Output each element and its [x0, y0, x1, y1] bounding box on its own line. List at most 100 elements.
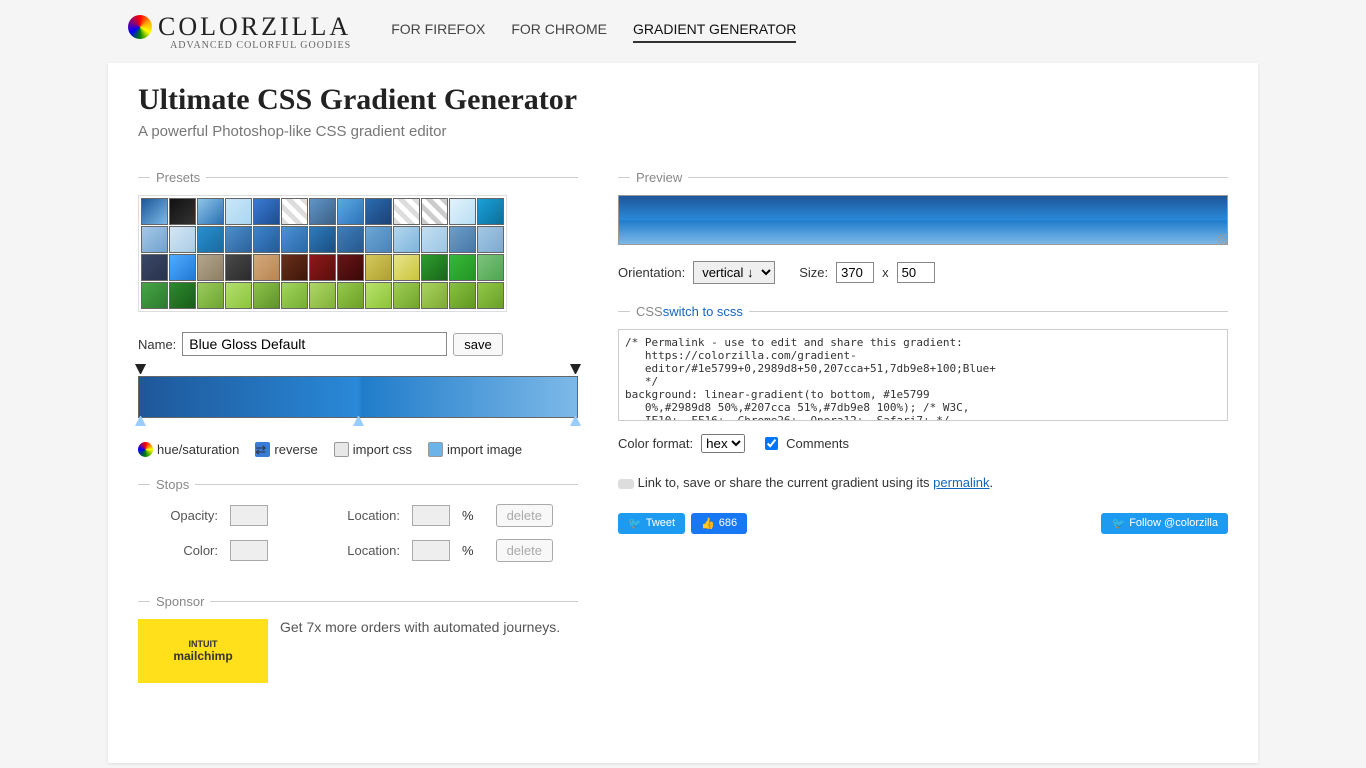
- follow-button[interactable]: 🐦Follow @colorzilla: [1101, 513, 1228, 534]
- colorwheel-icon: [128, 15, 152, 39]
- gradient-bar[interactable]: [138, 376, 578, 418]
- name-label: Name:: [138, 337, 176, 352]
- preset-swatch[interactable]: [309, 282, 336, 309]
- preset-swatch[interactable]: [253, 282, 280, 309]
- preset-swatch[interactable]: [337, 226, 364, 253]
- preset-swatch[interactable]: [169, 282, 196, 309]
- preset-swatch[interactable]: [169, 254, 196, 281]
- opacity-label: Opacity:: [138, 508, 218, 523]
- presets-legend: Presets: [156, 170, 200, 185]
- preset-swatch[interactable]: [393, 226, 420, 253]
- preset-swatch[interactable]: [365, 254, 392, 281]
- preset-swatch[interactable]: [477, 282, 504, 309]
- preset-swatch[interactable]: [477, 198, 504, 225]
- preset-swatch[interactable]: [337, 282, 364, 309]
- opacity-location-input[interactable]: [412, 505, 450, 526]
- opacity-stop-end[interactable]: [570, 364, 581, 378]
- height-input[interactable]: [897, 262, 935, 283]
- name-input[interactable]: [182, 332, 447, 356]
- preset-swatch[interactable]: [281, 226, 308, 253]
- opacity-delete-button[interactable]: delete: [496, 504, 553, 527]
- opacity-stop-start[interactable]: [135, 364, 146, 378]
- color-format-select[interactable]: hex: [701, 434, 745, 453]
- preset-swatch[interactable]: [169, 226, 196, 253]
- preset-swatch[interactable]: [197, 198, 224, 225]
- preset-swatch[interactable]: [477, 254, 504, 281]
- preset-swatch[interactable]: [393, 282, 420, 309]
- twitter-icon: 🐦: [628, 517, 642, 530]
- nav-firefox[interactable]: FOR FIREFOX: [391, 21, 485, 43]
- preset-swatch[interactable]: [393, 198, 420, 225]
- reverse-tool[interactable]: ⇄reverse: [255, 442, 317, 457]
- comments-checkbox[interactable]: [765, 437, 778, 450]
- color-stop-0[interactable]: [135, 416, 146, 430]
- preset-swatch[interactable]: [337, 254, 364, 281]
- preset-swatch[interactable]: [225, 226, 252, 253]
- color-stop-50[interactable]: [353, 416, 364, 430]
- resize-grip-icon[interactable]: [1217, 234, 1227, 244]
- preset-swatch[interactable]: [141, 198, 168, 225]
- import-css-icon: [334, 442, 349, 457]
- preset-swatch[interactable]: [197, 254, 224, 281]
- preset-swatch[interactable]: [281, 254, 308, 281]
- sponsor-legend: Sponsor: [156, 594, 204, 609]
- color-input[interactable]: [230, 540, 268, 561]
- preset-swatch[interactable]: [365, 282, 392, 309]
- preset-swatch[interactable]: [253, 226, 280, 253]
- nav-gradient-generator[interactable]: GRADIENT GENERATOR: [633, 21, 796, 43]
- color-delete-button[interactable]: delete: [496, 539, 553, 562]
- preset-swatch[interactable]: [421, 282, 448, 309]
- preset-swatch[interactable]: [225, 254, 252, 281]
- save-button[interactable]: save: [453, 333, 502, 356]
- color-location-label: Location:: [320, 543, 400, 558]
- preset-swatch[interactable]: [449, 282, 476, 309]
- preset-swatch[interactable]: [253, 198, 280, 225]
- preset-swatch[interactable]: [141, 254, 168, 281]
- color-location-input[interactable]: [412, 540, 450, 561]
- opacity-input[interactable]: [230, 505, 268, 526]
- color-format-label: Color format:: [618, 436, 693, 451]
- sponsor-text: Get 7x more orders with automated journe…: [280, 619, 560, 635]
- import-image-tool[interactable]: import image: [428, 442, 522, 457]
- sponsor-ad[interactable]: INTUIT mailchimp: [138, 619, 268, 683]
- orientation-select[interactable]: vertical ↓: [693, 261, 775, 284]
- preset-swatch[interactable]: [421, 198, 448, 225]
- preview-box: [618, 195, 1228, 245]
- preset-swatch[interactable]: [365, 198, 392, 225]
- preset-swatch[interactable]: [449, 226, 476, 253]
- preset-swatch[interactable]: [309, 254, 336, 281]
- preset-swatch[interactable]: [309, 198, 336, 225]
- preset-swatch[interactable]: [421, 254, 448, 281]
- orientation-label: Orientation:: [618, 265, 685, 280]
- hue-saturation-tool[interactable]: hue/saturation: [138, 442, 239, 457]
- colorwheel-icon: [138, 442, 153, 457]
- like-button[interactable]: 👍686: [691, 513, 747, 534]
- preset-swatch[interactable]: [281, 198, 308, 225]
- import-css-tool[interactable]: import css: [334, 442, 412, 457]
- preset-swatch[interactable]: [225, 282, 252, 309]
- logo[interactable]: COLORZILLA ADVANCED COLORFUL GOODIES: [128, 12, 351, 51]
- width-input[interactable]: [836, 262, 874, 283]
- preset-swatch[interactable]: [141, 282, 168, 309]
- preset-swatch[interactable]: [169, 198, 196, 225]
- css-output[interactable]: /* Permalink - use to edit and share thi…: [618, 329, 1228, 421]
- preset-swatch[interactable]: [449, 254, 476, 281]
- switch-to-scss-link[interactable]: switch to scss: [663, 304, 743, 319]
- preset-swatch[interactable]: [421, 226, 448, 253]
- preset-swatch[interactable]: [309, 226, 336, 253]
- nav-chrome[interactable]: FOR CHROME: [511, 21, 607, 43]
- preset-swatch[interactable]: [449, 198, 476, 225]
- tweet-button[interactable]: 🐦Tweet: [618, 513, 685, 534]
- preset-swatch[interactable]: [477, 226, 504, 253]
- color-stop-100[interactable]: [570, 416, 581, 430]
- preset-swatch[interactable]: [197, 226, 224, 253]
- preset-swatch[interactable]: [365, 226, 392, 253]
- preset-swatch[interactable]: [225, 198, 252, 225]
- permalink-link[interactable]: permalink: [933, 475, 989, 490]
- preset-swatch[interactable]: [253, 254, 280, 281]
- preset-swatch[interactable]: [141, 226, 168, 253]
- preset-swatch[interactable]: [197, 282, 224, 309]
- preset-swatch[interactable]: [281, 282, 308, 309]
- preset-swatch[interactable]: [393, 254, 420, 281]
- preset-swatch[interactable]: [337, 198, 364, 225]
